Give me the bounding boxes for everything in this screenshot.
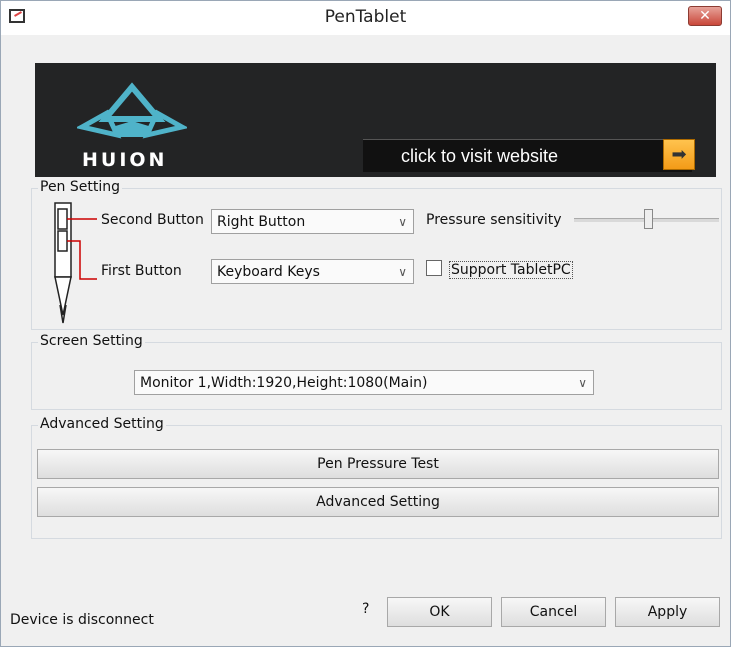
second-button-label: Second Button (101, 212, 204, 228)
advanced-setting-group: Advanced Setting (31, 416, 722, 539)
brand-name: HUION (82, 149, 168, 171)
screen-setting-legend: Screen Setting (38, 333, 145, 349)
pressure-sensitivity-label: Pressure sensitivity (426, 212, 562, 228)
cancel-button[interactable]: Cancel (501, 597, 606, 627)
device-status: Device is disconnect (10, 612, 154, 628)
pen-icon (54, 202, 97, 324)
visit-website-link[interactable]: click to visit website (363, 139, 692, 172)
first-button-value: Keyboard Keys (217, 264, 320, 280)
pentablet-window: PenTablet ✕ HUION click to visit website… (0, 0, 731, 647)
visit-website-label: click to visit website (401, 146, 559, 166)
first-button-select[interactable]: Keyboard Keys ∨ (211, 259, 414, 284)
chevron-down-icon: ∨ (398, 265, 407, 279)
advanced-setting-button[interactable]: Advanced Setting (37, 487, 719, 517)
apply-button[interactable]: Apply (615, 597, 720, 627)
pen-pressure-test-button[interactable]: Pen Pressure Test (37, 449, 719, 479)
second-button-select[interactable]: Right Button ∨ (211, 209, 414, 234)
monitor-value: Monitor 1,Width:1920,Height:1080(Main) (140, 375, 428, 391)
pen-setting-legend: Pen Setting (38, 179, 123, 195)
window-title: PenTablet (324, 7, 407, 27)
title-bar: PenTablet ✕ (1, 1, 730, 35)
help-icon[interactable]: ? (362, 601, 369, 617)
advanced-setting-legend: Advanced Setting (38, 416, 166, 432)
support-tabletpc-label[interactable]: Support TabletPC (449, 261, 573, 279)
chevron-down-icon: ∨ (398, 215, 407, 229)
ok-button[interactable]: OK (387, 597, 492, 627)
first-button-label: First Button (101, 263, 182, 279)
chevron-down-icon: ∨ (578, 376, 587, 390)
huion-crown-logo (77, 82, 187, 139)
pressure-slider-thumb[interactable] (644, 209, 653, 229)
second-button-value: Right Button (217, 214, 306, 230)
close-button[interactable]: ✕ (688, 6, 722, 26)
huion-banner[interactable]: HUION click to visit website ➡ (35, 63, 716, 177)
monitor-select[interactable]: Monitor 1,Width:1920,Height:1080(Main) ∨ (134, 370, 594, 395)
support-tabletpc-checkbox[interactable] (426, 260, 442, 276)
arrow-right-icon[interactable]: ➡ (663, 139, 695, 170)
